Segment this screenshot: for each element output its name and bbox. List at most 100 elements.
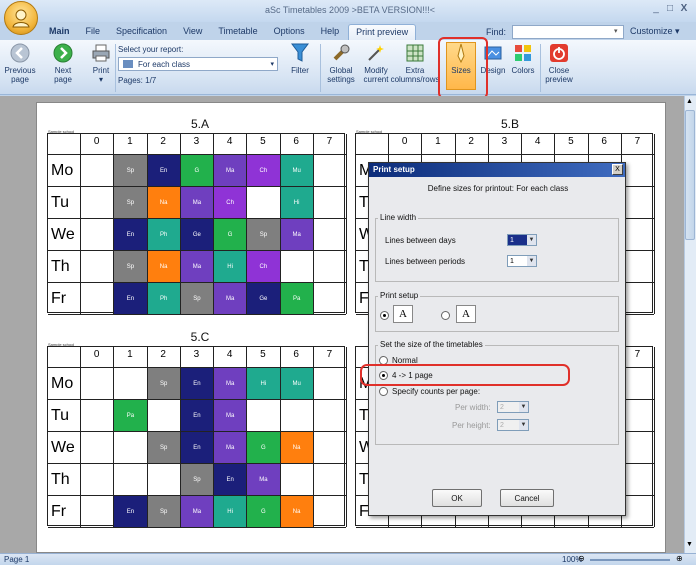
global-settings-button[interactable]: Global settings	[324, 42, 358, 84]
lesson-cell[interactable]: En	[180, 400, 213, 431]
lesson-cell[interactable]: Sp	[147, 432, 180, 463]
extra-columns-button[interactable]: Extra columns/rows	[391, 42, 439, 84]
lesson-cell[interactable]: Mu	[280, 368, 313, 399]
close-preview-button[interactable]: Close preview	[544, 42, 574, 84]
lesson-cell[interactable]: Sp	[180, 283, 213, 314]
lesson-cell[interactable]: Sp	[247, 219, 280, 250]
tab-main[interactable]: Main	[42, 24, 77, 40]
chevron-down-icon: ▼	[519, 402, 528, 412]
lesson-cell[interactable]: En	[147, 155, 180, 186]
lesson-cell[interactable]: Ge	[247, 283, 280, 314]
lesson-cell[interactable]: Hi	[214, 251, 247, 282]
lesson-cell[interactable]: Ma	[214, 283, 247, 314]
landscape-icon[interactable]: A	[456, 305, 476, 323]
lesson-cell[interactable]: Na	[280, 432, 313, 463]
lesson-cell[interactable]: En	[114, 283, 147, 314]
lesson-cell[interactable]: Ge	[180, 219, 213, 250]
lesson-cell[interactable]: G	[180, 155, 213, 186]
portrait-icon[interactable]: A	[393, 305, 413, 323]
scroll-down-icon[interactable]: ▼	[686, 541, 693, 548]
portrait-radio[interactable]	[380, 311, 389, 320]
zoom-in-icon[interactable]: ⊕	[676, 554, 683, 563]
lines-days-select[interactable]: 1 ▼	[507, 234, 537, 246]
next-page-button[interactable]: Next page	[48, 42, 78, 84]
colors-label: Colors	[511, 66, 535, 75]
minimize-button[interactable]: _	[650, 3, 662, 14]
lesson-cell[interactable]: Ma	[247, 464, 280, 495]
tab-file[interactable]: File	[79, 24, 108, 40]
day-label: Fr	[51, 503, 67, 520]
lesson-cell[interactable]: Ma	[214, 400, 247, 431]
filter-button[interactable]: Filter	[286, 42, 314, 75]
close-window-button[interactable]: X	[678, 3, 690, 14]
tab-help[interactable]: Help	[314, 24, 347, 40]
lesson-cell[interactable]: Hi	[280, 187, 313, 218]
lesson-cell[interactable]: Ma	[214, 155, 247, 186]
print-button[interactable]: Print ▾	[86, 42, 116, 84]
lesson-cell[interactable]: Pa	[280, 283, 313, 314]
dialog-close-button[interactable]: X	[612, 164, 623, 175]
tab-view[interactable]: View	[176, 24, 209, 40]
scrollbar-thumb[interactable]	[685, 110, 695, 240]
lesson-cell[interactable]: En	[114, 496, 147, 527]
lesson-cell[interactable]: En	[180, 368, 213, 399]
lesson-cell[interactable]: Pa	[114, 400, 147, 431]
specify-radio[interactable]	[379, 387, 388, 396]
maximize-button[interactable]: □	[664, 3, 676, 14]
lesson-cell[interactable]: Ch	[214, 187, 247, 218]
ok-button[interactable]: OK	[432, 489, 482, 507]
tab-specification[interactable]: Specification	[109, 24, 174, 40]
zoom-out-icon[interactable]: ⊖	[578, 554, 585, 563]
lesson-cell[interactable]: En	[180, 432, 213, 463]
lesson-cell[interactable]: Sp	[180, 464, 213, 495]
lesson-cell[interactable]: Ma	[180, 187, 213, 218]
timetable-title-5c: 5.C	[190, 330, 210, 344]
lesson-cell[interactable]: Na	[147, 187, 180, 218]
lesson-cell[interactable]: Hi	[214, 496, 247, 527]
lesson-cell[interactable]: Ch	[247, 251, 280, 282]
landscape-radio[interactable]	[441, 311, 450, 320]
lesson-cell[interactable]: Ph	[147, 219, 180, 250]
lesson-cell[interactable]: G	[247, 496, 280, 527]
previous-page-button[interactable]: Previous page	[4, 42, 36, 84]
print-setup-label: Print setup	[378, 291, 421, 300]
lesson-cell[interactable]: En	[114, 219, 147, 250]
lesson-cell[interactable]: Sp	[147, 368, 180, 399]
lesson-cell[interactable]: Ma	[214, 368, 247, 399]
per-height-select[interactable]: 2 ▼	[497, 419, 529, 431]
zoom-slider[interactable]	[590, 559, 670, 561]
customize-menu[interactable]: Customize ▾	[630, 26, 680, 37]
scroll-up-icon[interactable]: ▲	[686, 98, 693, 105]
lesson-cell[interactable]: Ph	[147, 283, 180, 314]
find-input[interactable]	[512, 25, 624, 39]
lesson-cell[interactable]: Hi	[247, 368, 280, 399]
tab-print-preview[interactable]: Print preview	[348, 24, 417, 40]
lesson-cell[interactable]: Ma	[214, 432, 247, 463]
find-dropdown-icon[interactable]: ▾	[614, 27, 618, 35]
modify-current-button[interactable]: Modify current	[358, 42, 394, 84]
lesson-cell[interactable]: Ch	[247, 155, 280, 186]
report-select[interactable]: For each class ▾	[118, 57, 278, 71]
print-dropdown-icon[interactable]: ▾	[99, 75, 103, 84]
lesson-cell[interactable]: Sp	[114, 187, 147, 218]
lesson-cell[interactable]: Ma	[180, 251, 213, 282]
lesson-cell[interactable]: Sp	[114, 251, 147, 282]
per-width-select[interactable]: 2 ▼	[497, 401, 529, 413]
lines-periods-select[interactable]: 1 ▼	[507, 255, 537, 267]
lesson-cell[interactable]: G	[214, 219, 247, 250]
cancel-button[interactable]: Cancel	[500, 489, 554, 507]
lesson-cell[interactable]: En	[214, 464, 247, 495]
tab-timetable[interactable]: Timetable	[211, 24, 264, 40]
lesson-cell[interactable]: Na	[280, 496, 313, 527]
lesson-cell[interactable]: Ma	[280, 219, 313, 250]
grid-line	[346, 347, 347, 527]
lesson-cell[interactable]: Mu	[280, 155, 313, 186]
tab-options[interactable]: Options	[267, 24, 312, 40]
lesson-cell[interactable]: Na	[147, 251, 180, 282]
lesson-cell[interactable]: G	[247, 432, 280, 463]
lesson-cell[interactable]: Ma	[180, 496, 213, 527]
application-menu-button[interactable]	[4, 1, 38, 35]
lesson-cell[interactable]: Sp	[147, 496, 180, 527]
colors-button[interactable]: Colors	[508, 42, 538, 75]
lesson-cell[interactable]: Sp	[114, 155, 147, 186]
